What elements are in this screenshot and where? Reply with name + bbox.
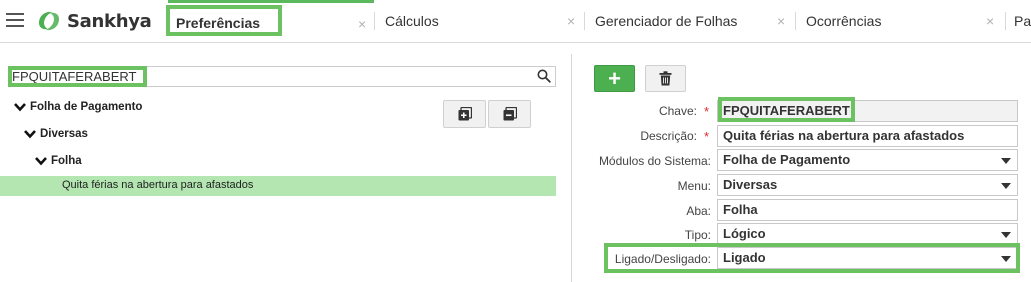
active-tab-highlight — [166, 5, 282, 36]
menu-label: Menu: — [677, 179, 711, 193]
tab-ocorrencias[interactable]: Ocorrências × — [796, 0, 1004, 42]
chevron-down-icon[interactable] — [35, 156, 47, 166]
panel-divider[interactable] — [571, 54, 572, 282]
brand-name: Sankhya — [67, 10, 152, 32]
tree-item-selected[interactable]: Quita férias na abertura para afastados — [0, 176, 556, 196]
tab-pa[interactable]: Pa — [1006, 0, 1031, 42]
tab-gerenciador-de-folhas[interactable]: Gerenciador de Folhas × — [585, 0, 793, 42]
chave-label: Chave: — [658, 104, 697, 118]
descricao-value: Quita férias na abertura para afastados — [723, 128, 965, 143]
tree-item-label: Quita férias na abertura para afastados — [62, 179, 254, 191]
sankhya-logo-icon — [39, 11, 59, 31]
tree-node-label: Diversas — [40, 128, 88, 140]
required-mark: * — [704, 104, 710, 119]
add-button[interactable]: + — [594, 65, 635, 92]
dropdown-arrow-icon[interactable] — [1001, 232, 1011, 238]
chevron-down-icon[interactable] — [14, 102, 26, 112]
expand-all-button[interactable] — [443, 100, 486, 128]
aba-value: Folha — [723, 202, 758, 217]
tab-label: Ocorrências — [806, 13, 882, 29]
collapse-all-button[interactable] — [488, 100, 531, 128]
close-icon[interactable]: × — [777, 13, 785, 29]
search-icon[interactable] — [537, 69, 551, 83]
tipo-select[interactable]: Lógico — [717, 223, 1018, 245]
chevron-down-icon[interactable] — [24, 129, 36, 139]
plus-icon: + — [608, 65, 621, 91]
hamburger-menu-icon[interactable] — [6, 13, 24, 29]
dropdown-arrow-icon[interactable] — [1001, 158, 1011, 164]
tree-node-folha-de-pagamento[interactable]: Folha de Pagamento — [14, 101, 142, 113]
modulos-value: Folha de Pagamento — [723, 152, 851, 167]
chave-highlight — [718, 97, 855, 122]
close-icon[interactable]: × — [567, 13, 575, 29]
delete-button[interactable] — [645, 65, 686, 92]
tab-label: Cálculos — [385, 13, 439, 29]
required-mark: * — [704, 129, 710, 144]
tipo-label: Tipo: — [684, 228, 711, 242]
menu-select[interactable]: Diversas — [717, 174, 1018, 196]
tipo-value: Lógico — [723, 226, 766, 241]
ligado-highlight — [604, 243, 1020, 273]
tab-calculos[interactable]: Cálculos × — [375, 0, 583, 42]
search-highlight — [8, 66, 147, 87]
tree-node-label: Folha de Pagamento — [30, 101, 143, 113]
tree-node-folha[interactable]: Folha — [35, 155, 82, 167]
tree-node-diversas[interactable]: Diversas — [24, 128, 88, 140]
modulos-select[interactable]: Folha de Pagamento — [717, 149, 1018, 171]
tab-label: Pa — [1014, 13, 1031, 29]
expand-all-icon — [458, 107, 472, 121]
tree-node-label: Folha — [51, 155, 82, 167]
dropdown-arrow-icon[interactable] — [1001, 183, 1011, 189]
descricao-field[interactable]: Quita férias na abertura para afastados — [717, 125, 1018, 147]
close-icon[interactable]: × — [358, 16, 366, 32]
aba-label: Aba: — [686, 204, 711, 218]
top-bar: Sankhya Preferências × Cálculos × Gerenc… — [0, 0, 1031, 43]
sankhya-logo[interactable]: Sankhya — [36, 9, 152, 33]
menu-value: Diversas — [723, 177, 778, 192]
close-icon[interactable]: × — [986, 13, 994, 29]
modulos-label: Módulos do Sistema: — [598, 154, 711, 168]
trash-icon — [659, 71, 672, 86]
aba-field[interactable]: Folha — [717, 199, 1018, 221]
tab-label: Gerenciador de Folhas — [595, 13, 738, 29]
collapse-all-icon — [503, 107, 517, 121]
descricao-label: Descrição: — [640, 129, 697, 143]
